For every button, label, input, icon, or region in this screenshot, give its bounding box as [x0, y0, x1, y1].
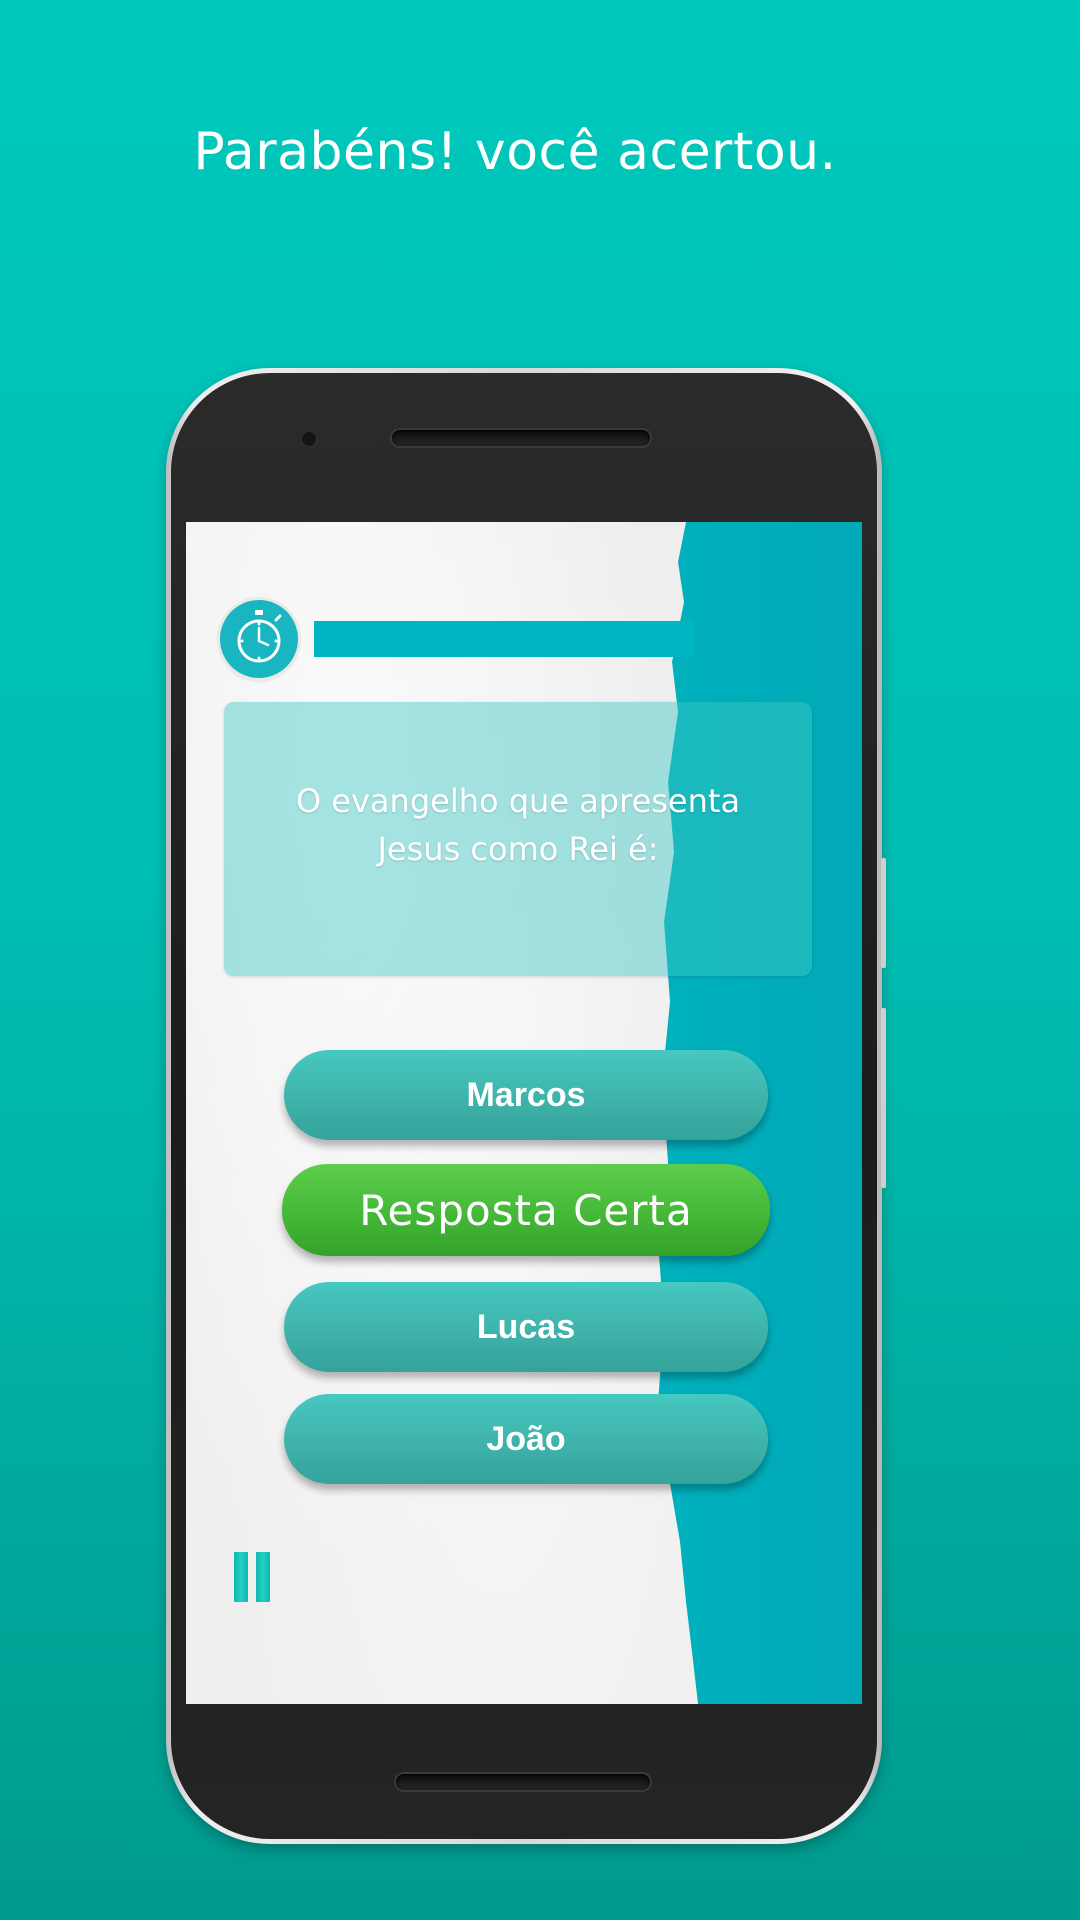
- bottom-speaker: [396, 1774, 650, 1790]
- answer-button-marcos[interactable]: Marcos: [284, 1050, 768, 1140]
- question-card: O evangelho que apresenta Jesus como Rei…: [224, 702, 812, 976]
- answer-button-joao[interactable]: João: [284, 1394, 768, 1484]
- question-text: O evangelho que apresenta Jesus como Rei…: [295, 782, 741, 868]
- phone-screen: O evangelho que apresenta Jesus como Rei…: [186, 522, 862, 1704]
- stopwatch-icon: [220, 600, 298, 678]
- top-speaker: [392, 430, 650, 446]
- pause-icon[interactable]: [234, 1552, 274, 1602]
- answer-button-lucas[interactable]: Lucas: [284, 1282, 768, 1372]
- congratulations-headline: Parabéns! você acertou.: [193, 122, 837, 182]
- front-camera: [302, 432, 316, 446]
- timer-progress-bar: [314, 621, 694, 657]
- answer-button-correct[interactable]: Resposta Certa: [282, 1164, 770, 1256]
